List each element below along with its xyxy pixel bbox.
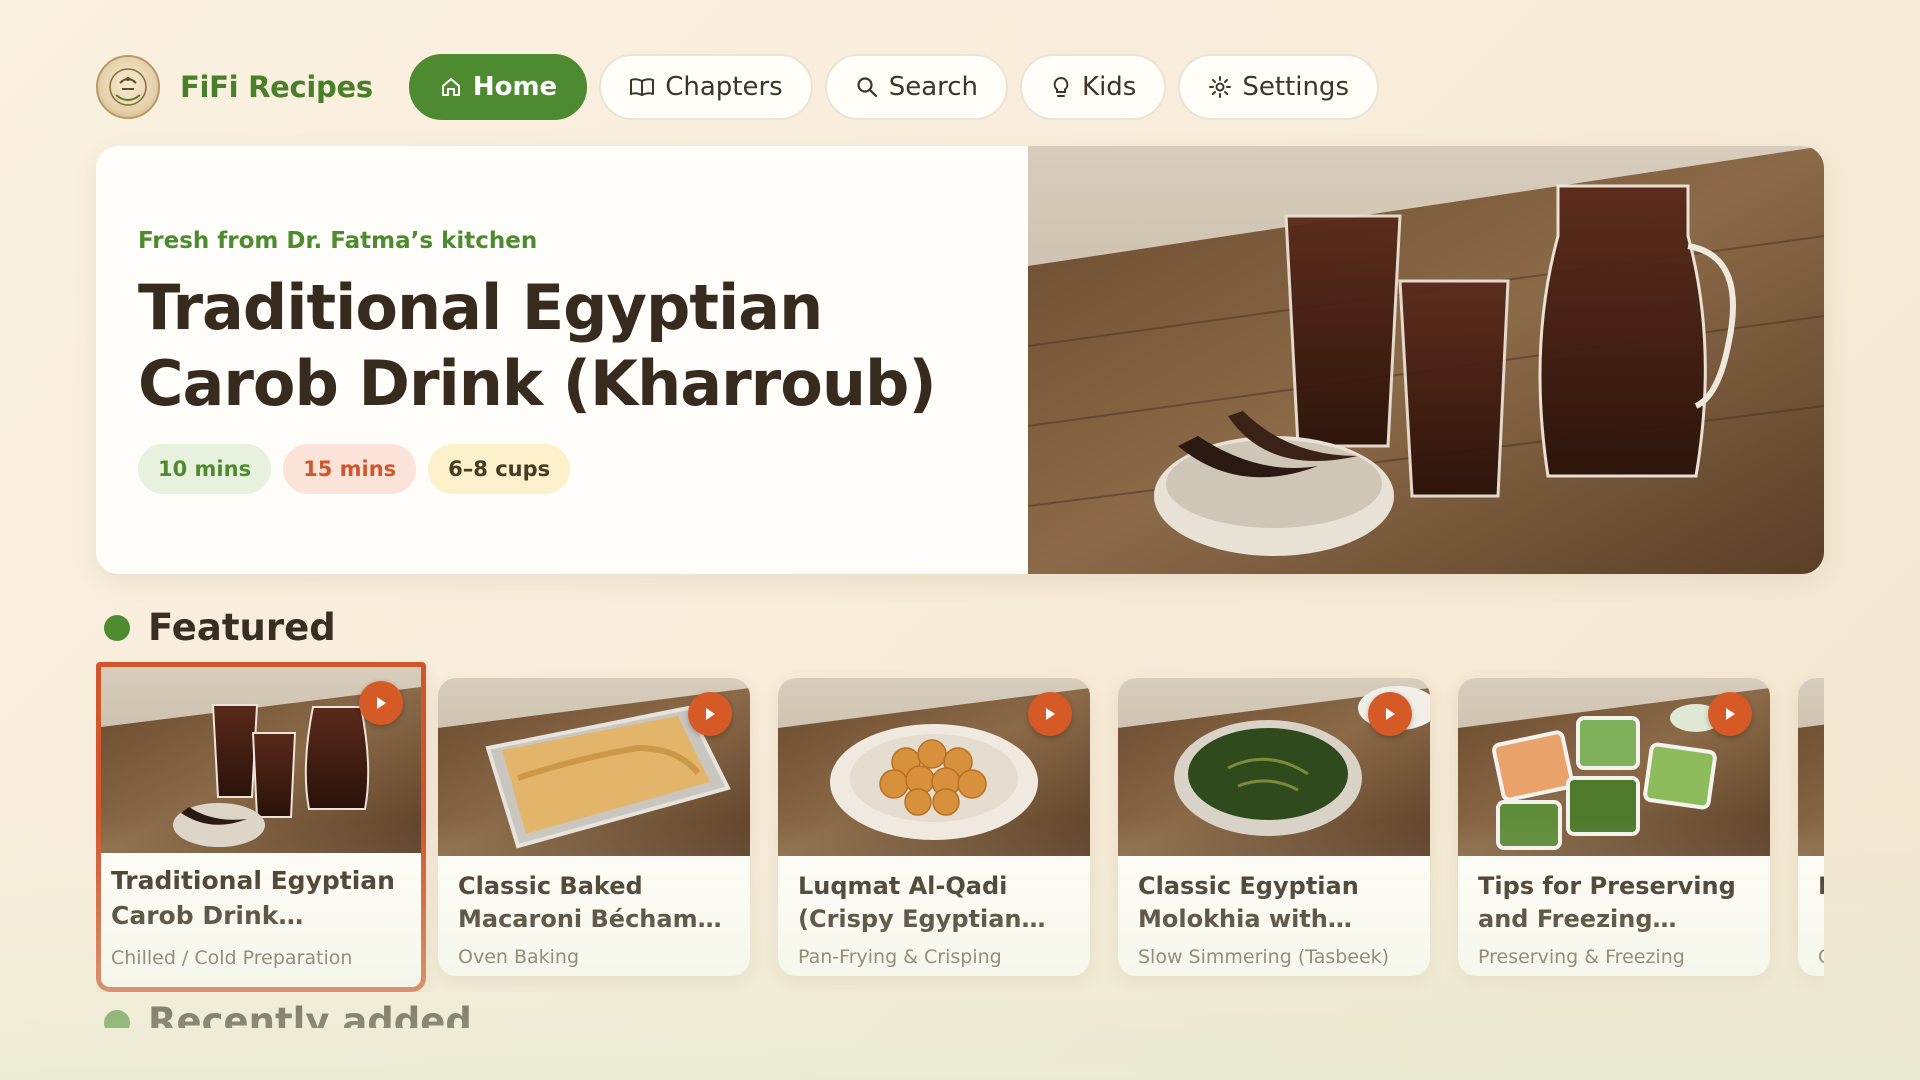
recipe-card-molokhia[interactable]: Classic Egyptian Molokhia with Garlic-Co…: [1118, 678, 1430, 976]
recipe-card-luqmat[interactable]: Luqmat Al-Qadi (Crispy Egyptian Dumpling…: [778, 678, 1090, 976]
nav-search-label: Search: [888, 72, 979, 102]
hero-image: [1028, 146, 1824, 574]
nav-chapters-button[interactable]: Chapters: [599, 54, 813, 120]
nav-settings-label: Settings: [1242, 72, 1349, 102]
recipe-card-title: Classic Egyptian Molokhia with Garlic-Co…: [1138, 872, 1359, 933]
recipe-card-subtitle: Pan-Frying & Crisping: [798, 946, 1002, 968]
recently-added-heading: Recently added: [104, 1000, 472, 1028]
featured-carousel[interactable]: Traditional Egyptian Carob Drink (Kharro…: [96, 662, 1824, 992]
recipe-card-title: E E: [1818, 870, 1824, 903]
nav-home-label: Home: [472, 72, 558, 102]
hero-banner[interactable]: Fresh from Dr. Fatma’s kitchen Tradition…: [96, 146, 1824, 574]
recently-added-heading-label: Recently added: [148, 1000, 472, 1028]
section-dot-icon: [104, 1010, 130, 1028]
cook-time-chip: 15 mins: [283, 444, 417, 494]
recipe-card-subtitle: Chilled / Cold Preparation: [111, 947, 353, 969]
play-button[interactable]: [1028, 692, 1072, 736]
recipe-card-title: Classic Baked Macaroni Béchamel (Makaron…: [458, 872, 723, 933]
play-icon: [1046, 708, 1055, 720]
servings-chip: 6–8 cups: [428, 444, 571, 494]
nav-settings-button[interactable]: Settings: [1178, 54, 1379, 120]
nav-kids-button[interactable]: Kids: [1020, 54, 1167, 120]
recipe-card-title: Tips for Preserving and Freezing Vegetab…: [1478, 872, 1736, 933]
gear-icon: [1209, 76, 1232, 98]
play-icon: [706, 708, 715, 720]
top-navigation: FiFi Recipes Home Chapters Search Kids S…: [96, 54, 1391, 120]
play-button[interactable]: [688, 692, 732, 736]
featured-heading: Featured: [104, 606, 336, 649]
play-icon: [1726, 708, 1735, 720]
section-dot-icon: [104, 614, 130, 641]
play-button[interactable]: [1708, 692, 1752, 736]
recipe-card-subtitle: Oven Baking: [458, 946, 580, 968]
nav-chapters-label: Chapters: [665, 72, 783, 102]
recipe-card-title: Luqmat Al-Qadi (Crispy Egyptian Dumpling…: [798, 872, 1022, 933]
hero-chips: 10 mins 15 mins 6–8 cups: [138, 444, 998, 494]
recipe-card-subtitle: Preserving & Freezing: [1478, 946, 1685, 968]
recipe-card-macaroni[interactable]: Classic Baked Macaroni Béchamel (Makaron…: [438, 678, 750, 976]
play-button[interactable]: [1368, 692, 1412, 736]
brand[interactable]: FiFi Recipes: [96, 55, 373, 119]
recipe-card-freezing[interactable]: Tips for Preserving and Freezing Vegetab…: [1458, 678, 1770, 976]
home-icon: [441, 78, 460, 96]
prep-time-chip: 10 mins: [138, 444, 272, 494]
book-icon: [630, 78, 655, 96]
play-icon: [377, 697, 386, 709]
recipe-card-title: Traditional Egyptian Carob Drink (Kharro…: [111, 866, 395, 930]
crest-logo-icon: [96, 55, 160, 119]
hero-title: Traditional Egyptian Carob Drink (Kharro…: [138, 271, 937, 420]
recipe-card-partial[interactable]: E E C: [1798, 678, 1824, 976]
app-name: FiFi Recipes: [180, 70, 373, 104]
recipe-card-subtitle: Slow Simmering (Tasbeek): [1138, 946, 1390, 968]
hero-text: Fresh from Dr. Fatma’s kitchen Tradition…: [138, 228, 998, 494]
lightbulb-icon: [1053, 76, 1069, 97]
recipe-image: [1798, 678, 1824, 856]
featured-heading-label: Featured: [148, 606, 336, 649]
recipe-card-subtitle: C: [1818, 946, 1824, 968]
recipe-card-carob[interactable]: Traditional Egyptian Carob Drink (Kharro…: [96, 662, 426, 992]
hero-kicker: Fresh from Dr. Fatma’s kitchen: [138, 228, 538, 254]
play-button[interactable]: [359, 681, 403, 725]
play-icon: [1386, 708, 1395, 720]
nav-kids-label: Kids: [1082, 72, 1137, 102]
search-icon: [857, 77, 877, 98]
nav-home-button[interactable]: Home: [408, 54, 588, 120]
nav-search-button[interactable]: Search: [824, 54, 1009, 120]
